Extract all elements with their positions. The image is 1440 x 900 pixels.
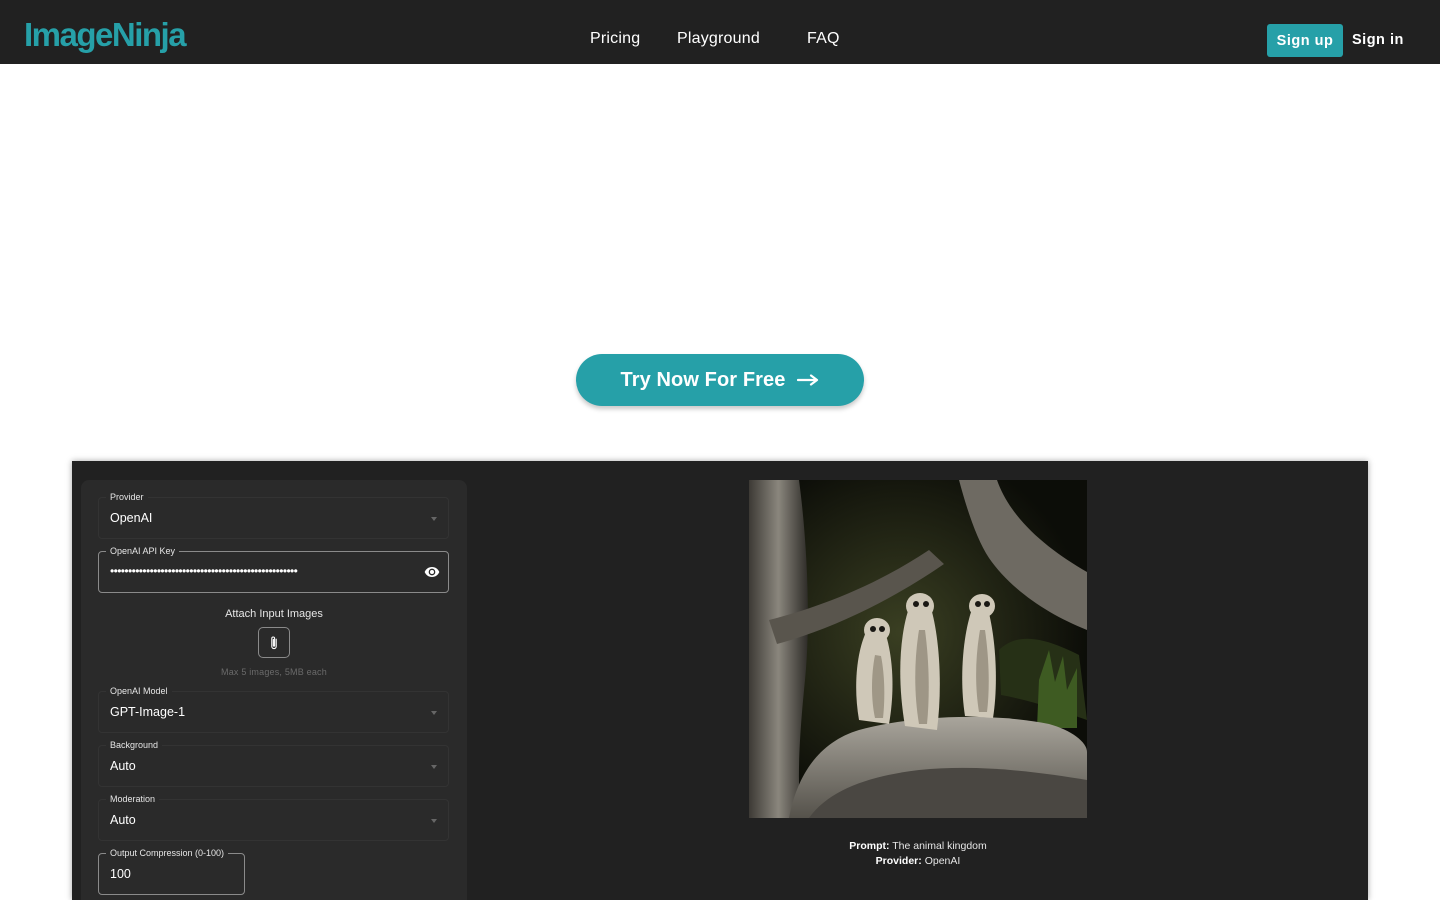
sign-in-button[interactable]: Sign in bbox=[1352, 31, 1404, 49]
playground-panel: Provider OpenAI OpenAI API Key •••••••••… bbox=[72, 461, 1368, 900]
compression-label: Output Compression (0-100) bbox=[106, 847, 229, 859]
eye-icon[interactable] bbox=[423, 564, 441, 580]
prompt-caption: Prompt: The animal kingdom bbox=[749, 839, 1087, 853]
arrow-right-icon bbox=[797, 374, 819, 386]
provider-caption-label: Provider: bbox=[875, 855, 922, 867]
compression-value: 100 bbox=[110, 867, 131, 881]
provider-select[interactable]: Provider OpenAI bbox=[98, 491, 449, 539]
caret-down-icon bbox=[431, 819, 437, 823]
sign-up-button[interactable]: Sign up bbox=[1267, 24, 1343, 57]
prompt-caption-label: Prompt: bbox=[849, 840, 890, 852]
meerkats-image bbox=[749, 480, 1087, 818]
background-select[interactable]: Background Auto bbox=[98, 739, 449, 787]
generated-image[interactable] bbox=[749, 480, 1087, 818]
background-value: Auto bbox=[110, 759, 136, 773]
background-label: Background bbox=[106, 739, 163, 751]
provider-caption-value: OpenAI bbox=[924, 855, 961, 867]
provider-label: Provider bbox=[106, 491, 148, 503]
caret-down-icon bbox=[431, 711, 437, 715]
provider-caption: Provider: OpenAI bbox=[749, 854, 1087, 868]
try-now-button[interactable]: Try Now For Free bbox=[576, 354, 864, 406]
api-key-field[interactable]: OpenAI API Key •••••••••••••••••••••••••… bbox=[98, 545, 449, 593]
model-select[interactable]: OpenAI Model GPT-Image-1 bbox=[98, 685, 449, 733]
nav-playground-link[interactable]: Playground bbox=[677, 29, 760, 49]
moderation-select[interactable]: Moderation Auto bbox=[98, 793, 449, 841]
caret-down-icon bbox=[431, 765, 437, 769]
top-nav-bar: ImageNinja Pricing Playground FAQ Sign u… bbox=[0, 0, 1440, 64]
model-value: GPT-Image-1 bbox=[110, 705, 186, 719]
compression-input[interactable]: Output Compression (0-100) 100 bbox=[98, 847, 245, 895]
prompt-caption-value: The animal kingdom bbox=[892, 840, 987, 852]
moderation-label: Moderation bbox=[106, 793, 160, 805]
paperclip-icon bbox=[271, 636, 277, 649]
api-key-value: ••••••••••••••••••••••••••••••••••••••••… bbox=[110, 564, 298, 578]
attach-images-title: Attach Input Images bbox=[225, 608, 323, 620]
try-now-label: Try Now For Free bbox=[620, 368, 786, 391]
attach-images-button[interactable] bbox=[258, 627, 290, 658]
attach-images-hint: Max 5 images, 5MB each bbox=[221, 667, 327, 677]
model-label: OpenAI Model bbox=[106, 685, 172, 697]
api-key-label: OpenAI API Key bbox=[106, 545, 180, 557]
caret-down-icon bbox=[431, 517, 437, 521]
nav-pricing-link[interactable]: Pricing bbox=[590, 29, 640, 49]
logo[interactable]: ImageNinja bbox=[24, 16, 187, 54]
settings-form: Provider OpenAI OpenAI API Key •••••••••… bbox=[81, 480, 467, 900]
moderation-value: Auto bbox=[110, 813, 136, 827]
nav-faq-link[interactable]: FAQ bbox=[807, 29, 840, 49]
provider-value: OpenAI bbox=[110, 511, 153, 525]
